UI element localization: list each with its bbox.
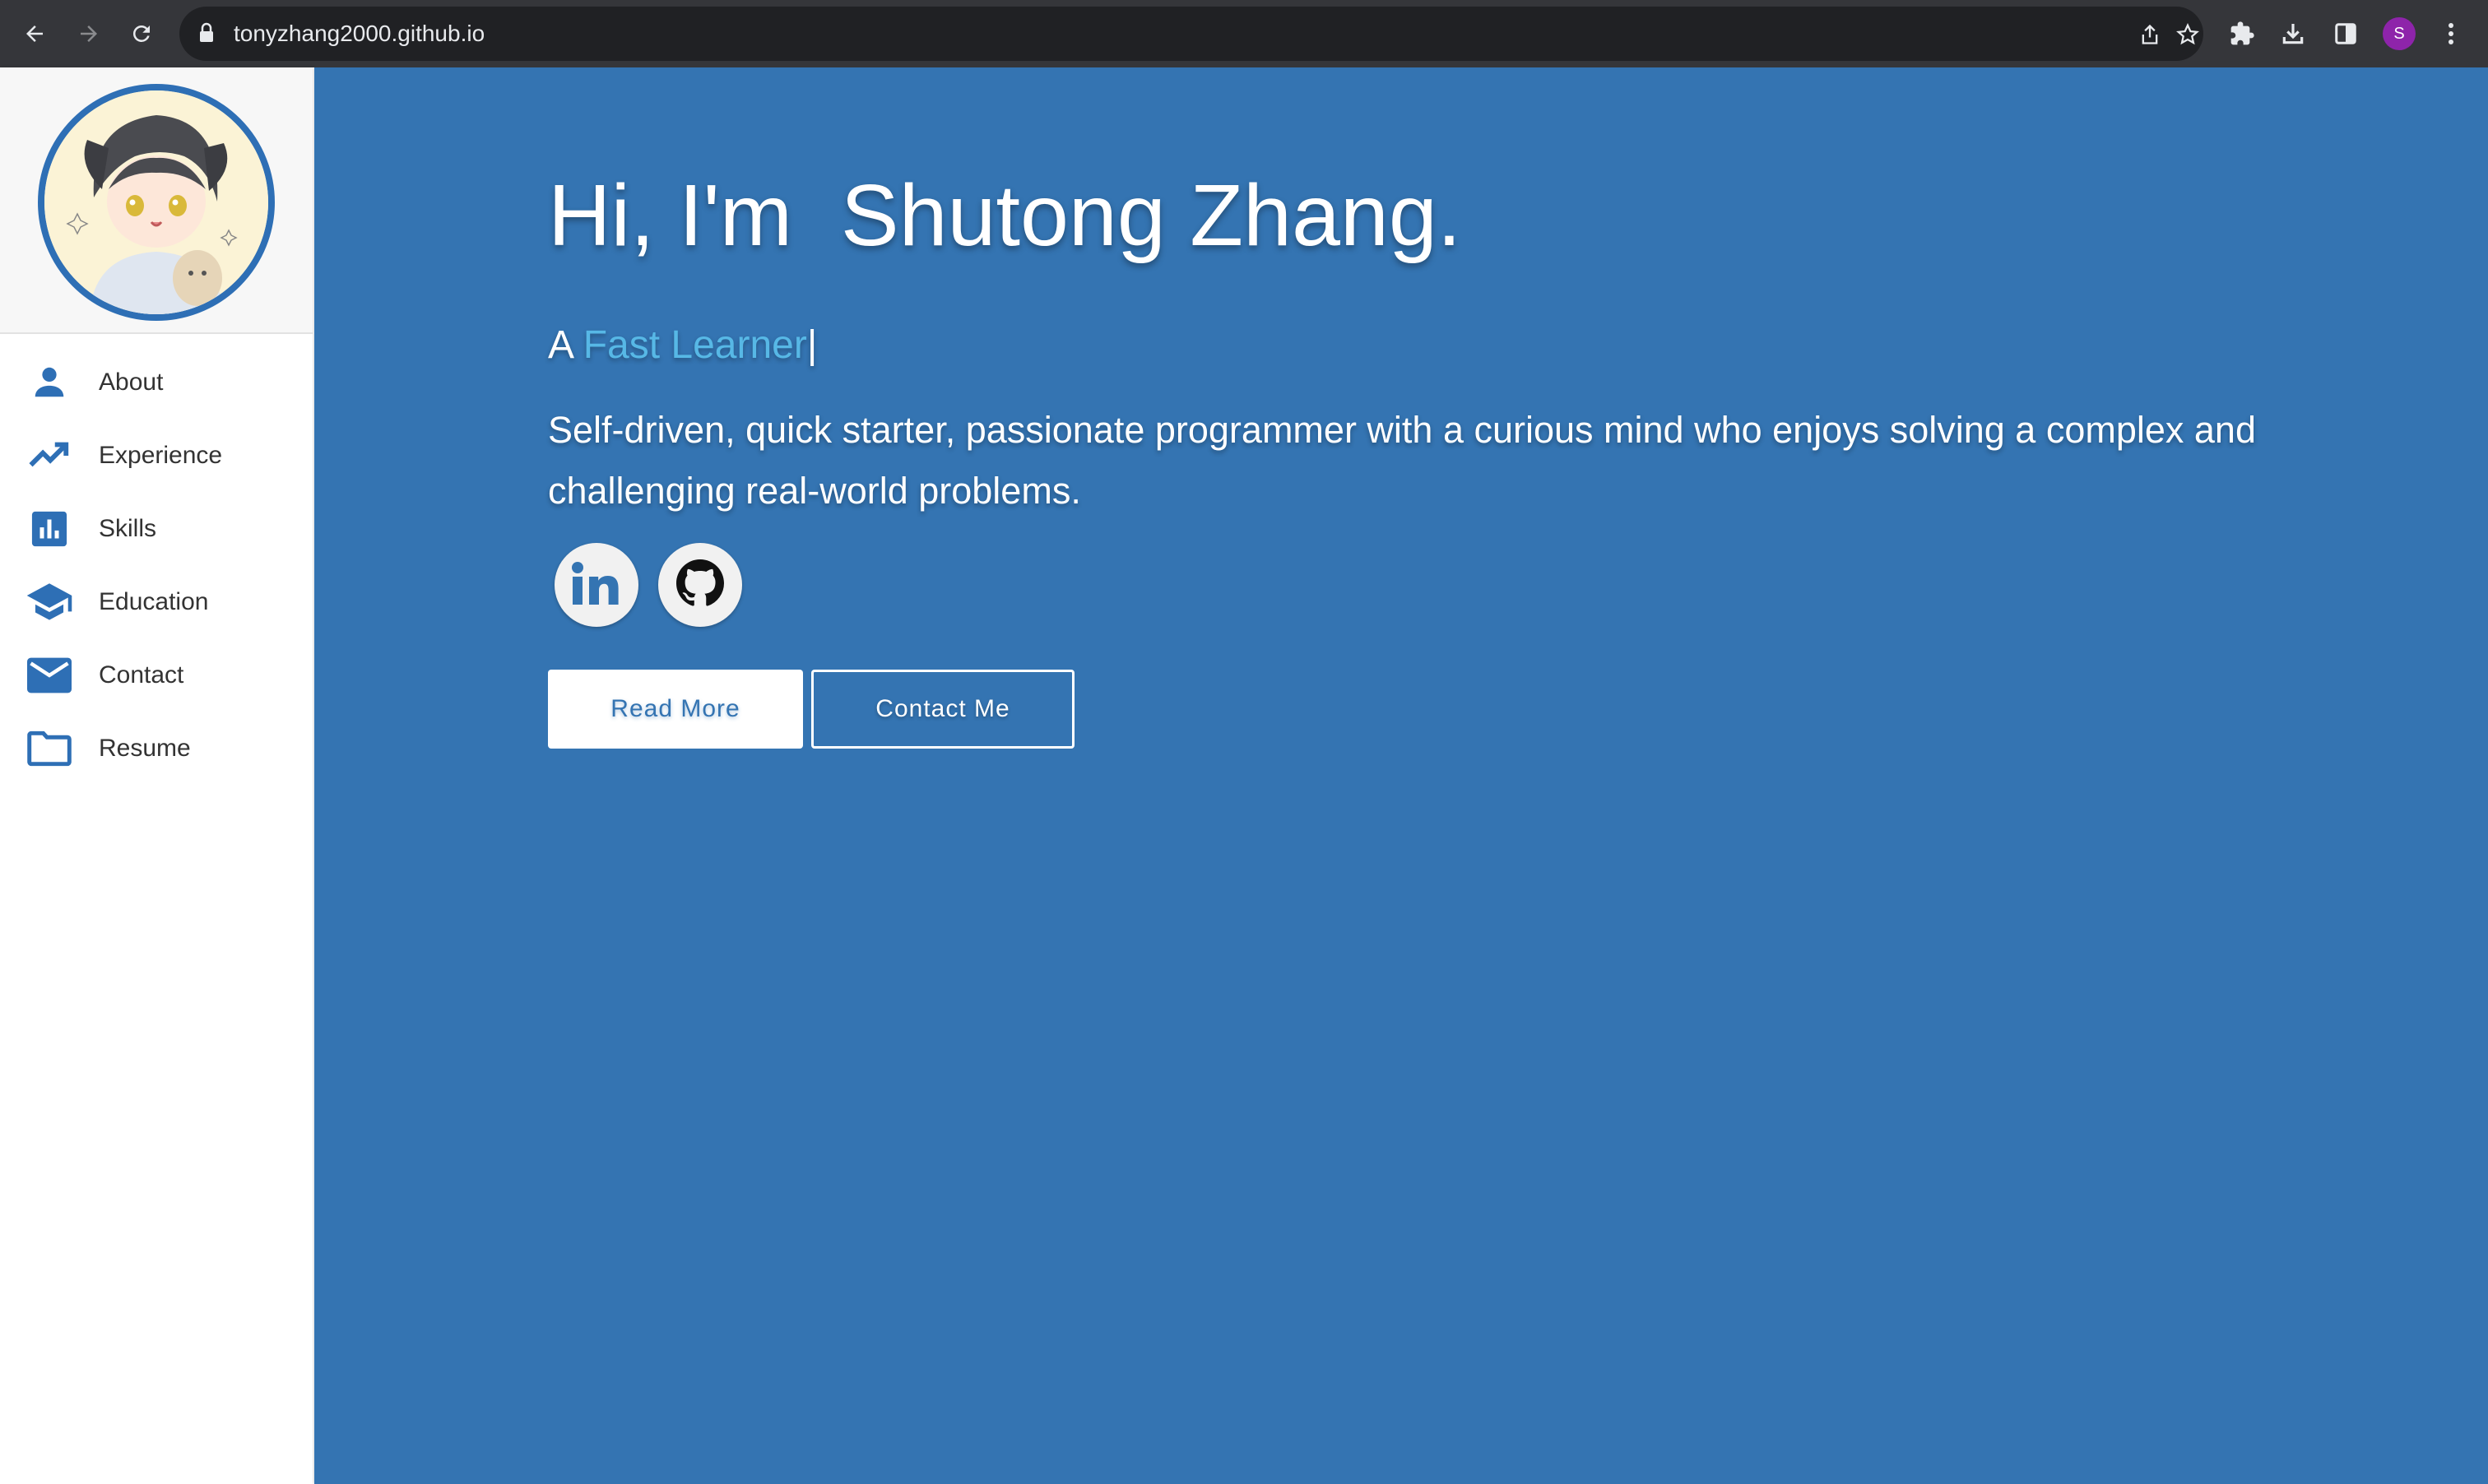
sidebar-item-label: Experience	[99, 441, 223, 469]
sidebar-item-label: About	[99, 368, 164, 396]
sidebar-item-contact[interactable]: Contact	[0, 638, 313, 712]
forward-arrow-icon[interactable]	[69, 14, 109, 53]
star-icon[interactable]	[2174, 21, 2202, 49]
page-title: Hi, I'm Shutong Zhang.	[548, 167, 1462, 264]
envelope-icon	[26, 652, 72, 698]
bar-chart-icon	[26, 506, 72, 552]
sidebar-item-education[interactable]: Education	[0, 565, 313, 638]
hero-description: Self-driven, quick starter, passionate p…	[548, 409, 2256, 512]
sidebar-item-experience[interactable]: Experience	[0, 419, 313, 492]
contact-me-button[interactable]: Contact Me	[811, 670, 1075, 749]
profile-avatar-image	[38, 84, 275, 321]
read-more-button[interactable]: Read More	[548, 670, 803, 749]
extensions-puzzle-icon[interactable]	[2226, 18, 2258, 49]
sidebar-item-about[interactable]: About	[0, 345, 313, 419]
sidebar-menu: About Experience Skills Education Contac…	[0, 334, 313, 785]
hero-section: Hi, I'm Shutong Zhang. A Fast Learner| S…	[314, 67, 2488, 1484]
profile-avatar[interactable]: S	[2383, 17, 2416, 50]
subtitle-prefix: A	[548, 323, 583, 367]
back-arrow-icon[interactable]	[15, 14, 54, 53]
linkedin-button[interactable]	[555, 543, 638, 627]
sidebar-item-skills[interactable]: Skills	[0, 492, 313, 565]
url-text[interactable]: tonyzhang2000.github.io	[234, 21, 485, 46]
hero-subtitle: A Fast Learner|	[548, 322, 817, 368]
github-button[interactable]	[658, 543, 742, 627]
trending-up-icon	[26, 433, 72, 479]
kebab-menu-icon[interactable]	[2435, 18, 2467, 49]
sidebar-item-label: Education	[99, 587, 209, 615]
graduation-cap-icon	[26, 579, 72, 625]
folder-icon	[26, 726, 72, 772]
avatar-section	[0, 67, 313, 334]
person-icon	[26, 359, 72, 406]
sidebar-item-resume[interactable]: Resume	[0, 712, 313, 785]
sidebar-item-label: Skills	[99, 514, 157, 542]
github-icon	[676, 559, 724, 611]
sidebar-item-label: Resume	[99, 734, 191, 762]
download-icon[interactable]	[2277, 18, 2309, 49]
address-bar[interactable]: tonyzhang2000.github.io	[179, 7, 2203, 61]
sidebar-item-label: Contact	[99, 661, 184, 689]
share-icon[interactable]	[2136, 21, 2164, 49]
lock-icon[interactable]	[197, 22, 216, 48]
browser-toolbar: tonyzhang2000.github.io S	[0, 0, 2488, 67]
sidebar: About Experience Skills Education Contac…	[0, 67, 313, 1484]
typed-role-text: Fast Learner	[583, 323, 807, 367]
typing-cursor: |	[806, 323, 818, 367]
side-panel-icon[interactable]	[2330, 18, 2361, 49]
linkedin-icon	[569, 560, 624, 610]
reload-icon[interactable]	[122, 14, 161, 53]
